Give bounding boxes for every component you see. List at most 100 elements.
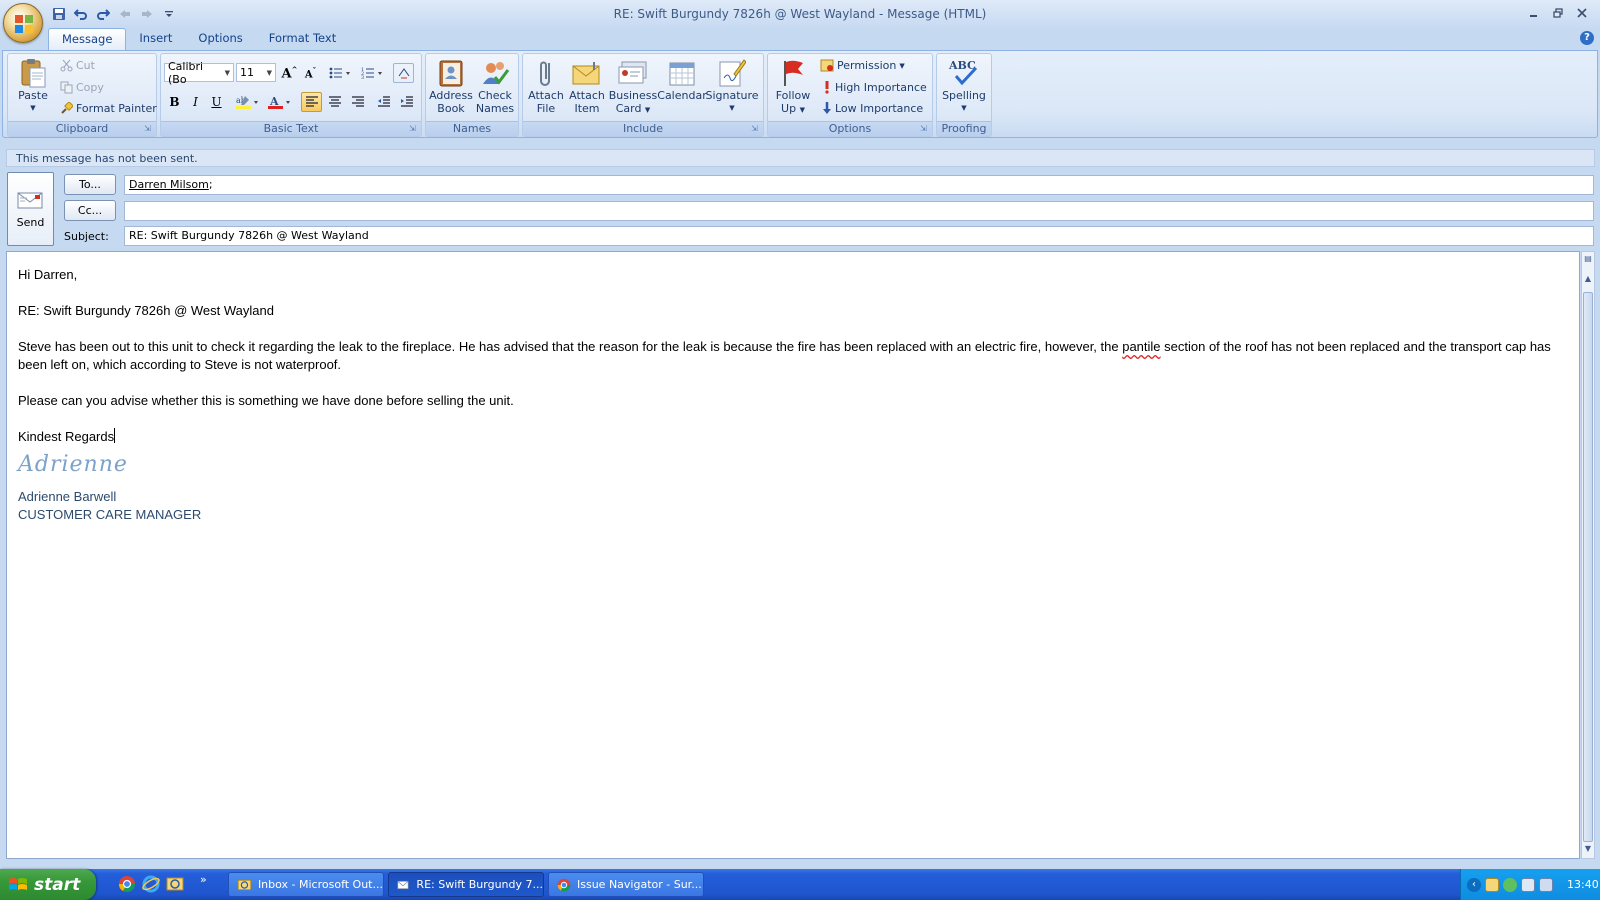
- group-basic-text: Calibri (Bo ▼ 11 ▼ A^ Aˇ 123 B I U ab A …: [160, 53, 422, 137]
- envelope-attach-icon: [571, 57, 603, 89]
- align-right-button[interactable]: [347, 92, 368, 112]
- tab-options[interactable]: Options: [185, 28, 255, 50]
- chrome-icon[interactable]: [118, 875, 136, 893]
- minimize-icon[interactable]: [1522, 4, 1546, 22]
- body-paragraph-2: Please can you advise whether this is so…: [18, 393, 514, 408]
- subject-label: Subject:: [64, 230, 109, 243]
- paste-button[interactable]: Paste ▼: [13, 57, 53, 115]
- address-book-icon: [435, 57, 467, 89]
- font-name-combo[interactable]: Calibri (Bo ▼: [164, 60, 234, 86]
- permission-button[interactable]: Permission ▼: [820, 59, 905, 72]
- vertical-scrollbar[interactable]: ▤ ▲ ▼: [1581, 251, 1595, 859]
- business-card-button[interactable]: Business Card ▼: [608, 57, 658, 117]
- task-inbox-outlook[interactable]: Inbox - Microsoft Out...: [228, 872, 384, 897]
- close-icon[interactable]: [1570, 4, 1594, 22]
- calendar-button[interactable]: Calendar: [657, 57, 707, 102]
- underline-button[interactable]: U: [206, 92, 227, 112]
- cc-field[interactable]: [124, 201, 1594, 221]
- send-button[interactable]: Send: [7, 172, 54, 246]
- misspelled-word[interactable]: pantile: [1122, 339, 1160, 354]
- restore-icon[interactable]: [1546, 4, 1570, 22]
- follow-up-button[interactable]: Follow Up ▼: [771, 57, 815, 117]
- dialog-launcher-icon[interactable]: ⇲: [751, 124, 761, 134]
- quick-launch-more-icon[interactable]: »: [200, 873, 207, 886]
- ruler-toggle-icon[interactable]: ▤: [1582, 254, 1594, 266]
- align-left-button[interactable]: [301, 92, 322, 112]
- signature-icon: [716, 57, 748, 89]
- dialog-launcher-icon[interactable]: ⇲: [409, 124, 419, 134]
- signature-button[interactable]: Signature ▼: [705, 57, 759, 115]
- cut-button[interactable]: Cut: [60, 59, 95, 72]
- increase-indent-button[interactable]: [396, 92, 417, 112]
- tab-format-text[interactable]: Format Text: [256, 28, 349, 50]
- group-label: Basic Text: [161, 121, 421, 136]
- address-book-button[interactable]: Address Book: [429, 57, 473, 115]
- task-issue-navigator[interactable]: Issue Navigator - Sur...: [548, 872, 704, 897]
- start-button[interactable]: start: [0, 869, 96, 900]
- font-color-button[interactable]: A: [265, 92, 295, 112]
- font-color-icon: A: [268, 95, 290, 109]
- ribbon-tabs: Message Insert Options Format Text: [48, 28, 349, 50]
- recipient-darren-milsom[interactable]: Darren Milsom: [129, 178, 209, 191]
- align-center-button[interactable]: [324, 92, 345, 112]
- spelling-check-icon: ABC: [948, 57, 980, 89]
- scissors-icon: [60, 59, 73, 72]
- task-re-swift-burgundy[interactable]: RE: Swift Burgundy 7...: [388, 872, 544, 897]
- bold-button[interactable]: B: [164, 92, 185, 112]
- flag-icon: [777, 57, 809, 89]
- font-size-combo[interactable]: 11 ▼: [236, 63, 276, 82]
- send-envelope-icon: [17, 192, 42, 208]
- signature-script: Adrienne: [18, 452, 128, 477]
- volume-tray-icon[interactable]: [1539, 877, 1553, 892]
- help-icon[interactable]: ?: [1580, 31, 1594, 45]
- attach-item-button[interactable]: Attach Item: [566, 57, 608, 115]
- bullets-button[interactable]: [327, 63, 355, 83]
- office-logo-icon: [15, 15, 33, 33]
- numbering-button[interactable]: 123: [359, 63, 387, 83]
- grow-font-icon: A^: [281, 64, 298, 82]
- taskbar: start » Inbox - Microsoft Out... RE: Swi…: [0, 869, 1600, 900]
- italic-button[interactable]: I: [185, 92, 206, 112]
- highlight-button[interactable]: ab: [233, 92, 263, 112]
- network-tray-icon[interactable]: [1521, 877, 1535, 892]
- body-closing: Kindest Regards: [18, 428, 116, 444]
- shrink-font-button[interactable]: Aˇ: [300, 63, 321, 83]
- decrease-indent-button[interactable]: [373, 92, 394, 112]
- group-label: Names: [426, 121, 518, 136]
- spelling-button[interactable]: ABC Spelling ▼: [940, 57, 988, 115]
- dialog-launcher-icon[interactable]: ⇲: [920, 124, 930, 134]
- subject-field[interactable]: RE: Swift Burgundy 7826h @ West Wayland: [124, 226, 1594, 246]
- to-button[interactable]: To...: [64, 174, 116, 195]
- decrease-indent-icon: [377, 96, 390, 107]
- message-body-editor[interactable]: Hi Darren, RE: Swift Burgundy 7826h @ We…: [6, 251, 1580, 859]
- paste-dropdown-icon: ▼: [30, 104, 36, 112]
- to-field[interactable]: Darren Milsom;: [124, 175, 1594, 195]
- cc-button[interactable]: Cc...: [64, 200, 116, 221]
- office-button[interactable]: [3, 3, 43, 43]
- high-importance-button[interactable]: High Importance: [822, 81, 927, 94]
- format-painter-button[interactable]: Format Painter: [60, 102, 157, 115]
- styles-button[interactable]: [393, 63, 414, 83]
- tab-message[interactable]: Message: [48, 28, 127, 50]
- check-names-button[interactable]: Check Names: [473, 57, 517, 115]
- low-importance-button[interactable]: Low Importance: [822, 102, 923, 115]
- tray-expand-icon[interactable]: ‹: [1467, 877, 1481, 892]
- grow-font-button[interactable]: A^: [279, 63, 300, 83]
- copy-button[interactable]: Copy: [60, 81, 104, 94]
- attach-file-button[interactable]: Attach File: [526, 57, 566, 115]
- windows-logo-icon: [9, 877, 27, 890]
- outlook-icon[interactable]: [166, 875, 184, 893]
- outlook-icon: [237, 879, 252, 890]
- scroll-up-icon[interactable]: ▲: [1582, 274, 1594, 286]
- outlook-tray-icon[interactable]: [1485, 877, 1499, 892]
- body-greeting: Hi Darren,: [18, 267, 78, 282]
- tab-insert[interactable]: Insert: [126, 28, 185, 50]
- chevron-down-icon: ▼: [899, 61, 905, 70]
- internet-explorer-icon[interactable]: [142, 875, 160, 893]
- dialog-launcher-icon[interactable]: ⇲: [144, 124, 154, 134]
- message-body[interactable]: Hi Darren, RE: Swift Burgundy 7826h @ We…: [18, 266, 1558, 524]
- security-tray-icon[interactable]: [1503, 877, 1517, 892]
- scroll-down-icon[interactable]: ▼: [1582, 844, 1594, 856]
- text-caret: [114, 428, 116, 443]
- scroll-thumb[interactable]: [1583, 292, 1593, 842]
